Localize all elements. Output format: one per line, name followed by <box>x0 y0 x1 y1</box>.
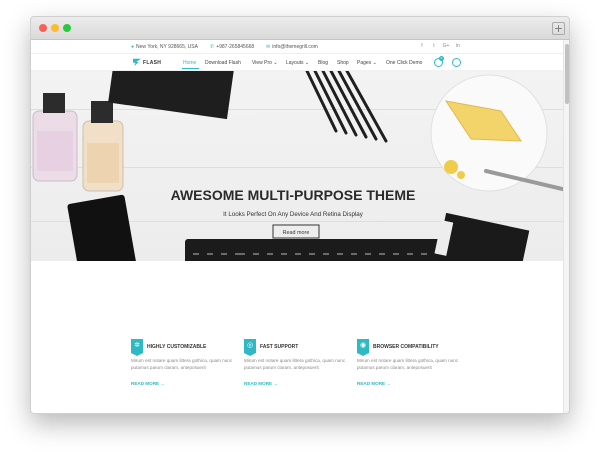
facebook-icon[interactable]: f <box>418 43 426 49</box>
nav-view-pro-label: View Pro <box>252 60 272 66</box>
page-scrollbar[interactable] <box>563 40 569 413</box>
nav-pages[interactable]: Pages ⌄ <box>357 60 377 66</box>
location-pin-icon: ● <box>131 44 135 50</box>
phone-text: +987-265845668 <box>216 44 255 50</box>
feature-text: Mirum est notare quam littera gothica, q… <box>357 358 459 370</box>
top-info-bar: ● New York, NY 928665, USA ✆ +987-265845… <box>31 40 569 54</box>
globe-icon: ◎ <box>244 339 256 356</box>
main-navbar: FLASH Home Download Flash View Pro ⌄ Lay… <box>31 54 569 71</box>
chevron-down-icon: ⌄ <box>372 60 377 66</box>
browser-window: + ● New York, NY 928665, USA ✆ +987-2658… <box>30 16 570 414</box>
hero-desk-illustration: AWESOME MULTI-PURPOSE THEME It Looks Per… <box>32 71 569 261</box>
nav-pages-label: Pages <box>357 60 372 66</box>
feature-text: Mirum est notare quam littera gothica, q… <box>131 358 233 370</box>
right-black-book <box>433 212 530 261</box>
black-phone <box>67 194 138 261</box>
feature-text: Mirum est notare quam littera gothica, q… <box>244 358 346 370</box>
brand-name[interactable]: FLASH <box>143 60 161 66</box>
new-tab-plus-icon[interactable]: + <box>552 22 565 35</box>
chevron-down-icon: ⌄ <box>304 60 310 66</box>
feature-title: FAST SUPPORT <box>260 344 299 350</box>
maximize-window-button[interactable] <box>63 24 71 32</box>
browser-titlebar: + <box>31 17 569 40</box>
email-info[interactable]: ✉ info@themegrill.com <box>266 44 318 50</box>
linkedin-icon[interactable]: in <box>454 43 462 49</box>
nav-one-click-demo[interactable]: One Click Demo <box>386 60 422 66</box>
keyboard <box>185 239 441 261</box>
nav-active-underline <box>182 68 199 69</box>
nav-home[interactable]: Home <box>183 60 196 66</box>
phone-icon: ✆ <box>210 44 215 50</box>
gear-icon: ✲ <box>131 339 143 356</box>
dessert-plate <box>430 74 569 193</box>
nav-view-pro[interactable]: View Pro ⌄ <box>252 60 278 66</box>
nav-layouts-label: Layouts <box>286 60 304 66</box>
email-text[interactable]: info@themegrill.com <box>272 44 318 50</box>
address-info: ● New York, NY 928665, USA <box>131 44 198 50</box>
cart-count-badge: 0 <box>439 56 444 61</box>
read-more-label[interactable]: Read more <box>283 230 310 236</box>
chevron-down-icon: ⌄ <box>273 60 278 66</box>
browser-icon: ◉ <box>357 339 369 356</box>
search-icon[interactable] <box>452 58 461 67</box>
feature-read-more-link[interactable]: READ MORE → <box>357 381 391 386</box>
page-background: + ● New York, NY 928665, USA ✆ +987-2658… <box>0 0 600 461</box>
address-text: New York, NY 928665, USA <box>136 44 198 50</box>
leather-notebook <box>108 71 234 120</box>
scrollbar-thumb[interactable] <box>565 44 569 104</box>
google-plus-icon[interactable]: G+ <box>442 43 450 49</box>
nav-download-flash[interactable]: Download Flash <box>205 60 241 66</box>
close-window-button[interactable] <box>39 24 47 32</box>
minimize-window-button[interactable] <box>51 24 59 32</box>
pencils <box>305 71 388 143</box>
feature-title: BROWSER COMPATIBILITY <box>373 344 439 350</box>
hero-title: AWESOME MULTI-PURPOSE THEME <box>171 187 416 203</box>
feature-read-more-link[interactable]: READ MORE → <box>244 381 278 386</box>
hero-banner: AWESOME MULTI-PURPOSE THEME It Looks Per… <box>31 71 569 261</box>
nav-blog[interactable]: Blog <box>318 60 328 66</box>
flash-logo-icon[interactable] <box>133 58 141 66</box>
phone-info: ✆ +987-265845668 <box>210 44 254 50</box>
nav-shop[interactable]: Shop <box>337 60 349 66</box>
feature-title: HIGHLY CUSTOMIZABLE <box>147 344 207 350</box>
nav-layouts[interactable]: Layouts ⌄ <box>286 60 309 66</box>
perfume-bottles <box>32 93 124 192</box>
twitter-icon[interactable]: t <box>430 43 438 49</box>
feature-read-more-link[interactable]: READ MORE → <box>131 381 165 386</box>
hero-subtitle: It Looks Perfect On Any Device And Retin… <box>223 211 364 218</box>
envelope-icon: ✉ <box>266 44 271 50</box>
